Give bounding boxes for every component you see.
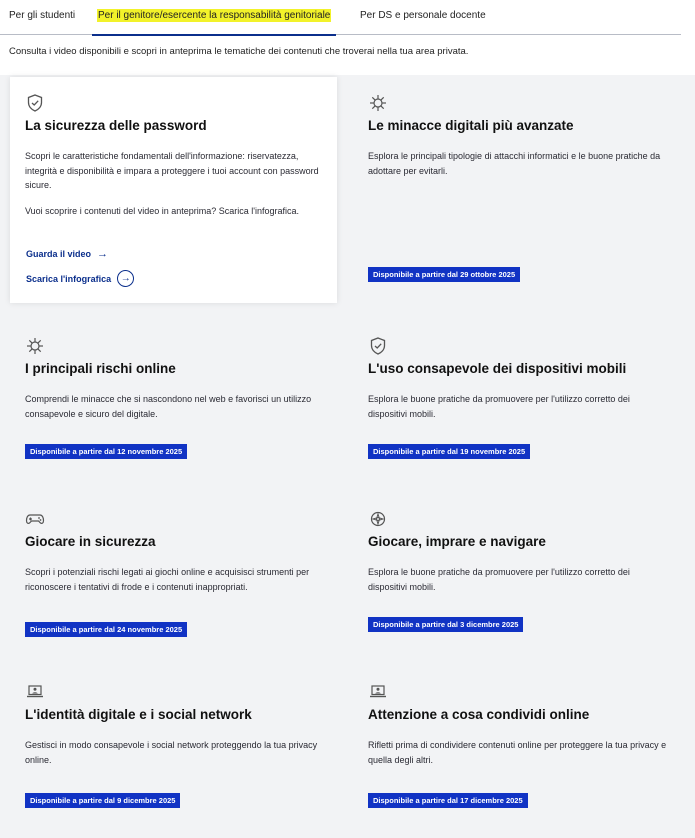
availability-badge: Disponibile a partire dal 12 novembre 20… (25, 444, 188, 459)
tab-parents[interactable]: Per il genitore/esercente la responsabil… (92, 5, 337, 36)
card-play-learn-browse[interactable]: Giocare, imprare e navigare Esplora le b… (353, 493, 680, 653)
arrow-right-icon: → (97, 248, 109, 260)
card-description: Comprendi le minacce che si nascondono n… (25, 394, 312, 419)
card-title: L'identità digitale e i social network (25, 707, 252, 722)
availability-badge: Disponibile a partire dal 24 novembre 20… (25, 622, 188, 637)
card-description: Scopri i potenziali rischi legati ai gio… (25, 567, 310, 592)
download-infographic-link[interactable]: Scarica l'infografica → (26, 270, 135, 287)
card-online-risks[interactable]: I principali rischi online Comprendi le … (10, 320, 337, 480)
laptop-user-icon (25, 682, 45, 702)
card-title: Giocare in sicurezza (25, 534, 156, 549)
availability-badge: Disponibile a partire dal 9 dicembre 202… (25, 793, 181, 808)
virus-icon (368, 93, 388, 113)
tab-students[interactable]: Per gli studenti (9, 10, 75, 21)
card-title: I principali rischi online (25, 361, 176, 376)
availability-badge: Disponibile a partire dal 19 novembre 20… (368, 444, 531, 459)
availability-badge: Disponibile a partire dal 17 dicembre 20… (368, 793, 528, 808)
watch-video-link[interactable]: Guarda il video → (26, 248, 108, 260)
card-description: Gestisci in modo consapevole i social ne… (25, 740, 318, 765)
shield-icon (368, 336, 388, 356)
card-title: Attenzione a cosa condividi online (368, 707, 590, 722)
card-title: Giocare, imprare e navigare (368, 534, 546, 549)
gamepad-icon (25, 509, 45, 529)
card-description: Esplora le principali tipologie di attac… (368, 151, 661, 176)
card-sharing-online[interactable]: Attenzione a cosa condividi online Rifle… (353, 666, 680, 826)
card-description: Esplora le buone pratiche da promuovere … (368, 567, 630, 592)
card-description: Esplora le buone pratiche da promuovere … (368, 394, 630, 419)
card-mobile-devices[interactable]: L'uso consapevole dei dispositivi mobili… (353, 320, 680, 480)
card-digital-identity[interactable]: L'identità digitale e i social network G… (10, 666, 337, 826)
watch-video-label: Guarda il video (26, 249, 92, 259)
card-title: Le minacce digitali più avanzate (368, 118, 574, 133)
card-advanced-threats[interactable]: Le minacce digitali più avanzate Esplora… (353, 77, 680, 303)
card-title: L'uso consapevole dei dispositivi mobili (368, 361, 627, 376)
tab-staff[interactable]: Per DS e personale docente (360, 10, 486, 21)
card-preview-text: Vuoi scoprire i contenuti del video in a… (25, 206, 300, 216)
card-description: Scopri le caratteristiche fondamentali d… (25, 151, 319, 190)
intro-text: Consulta i video disponibili e scopri in… (9, 46, 469, 57)
shield-icon (25, 93, 45, 113)
availability-badge: Disponibile a partire dal 3 dicembre 202… (368, 617, 524, 632)
tab-parents-label: Per il genitore/esercente la responsabil… (97, 9, 332, 22)
compass-icon (368, 509, 388, 529)
laptop-user-icon (368, 682, 388, 702)
virus-icon (25, 336, 45, 356)
audience-tabs: Per gli studenti Per il genitore/esercen… (0, 0, 681, 36)
card-password-security[interactable]: La sicurezza delle password Scopri le ca… (10, 77, 337, 303)
card-description: Rifletti prima di condividere contenuti … (368, 740, 667, 765)
card-title: La sicurezza delle password (25, 118, 207, 133)
card-safe-gaming[interactable]: Giocare in sicurezza Scopri i potenziali… (10, 493, 337, 653)
availability-badge: Disponibile a partire dal 29 ottobre 202… (368, 267, 521, 282)
download-infographic-label: Scarica l'infografica (26, 273, 112, 284)
circle-arrow-right-icon: → (117, 270, 135, 287)
